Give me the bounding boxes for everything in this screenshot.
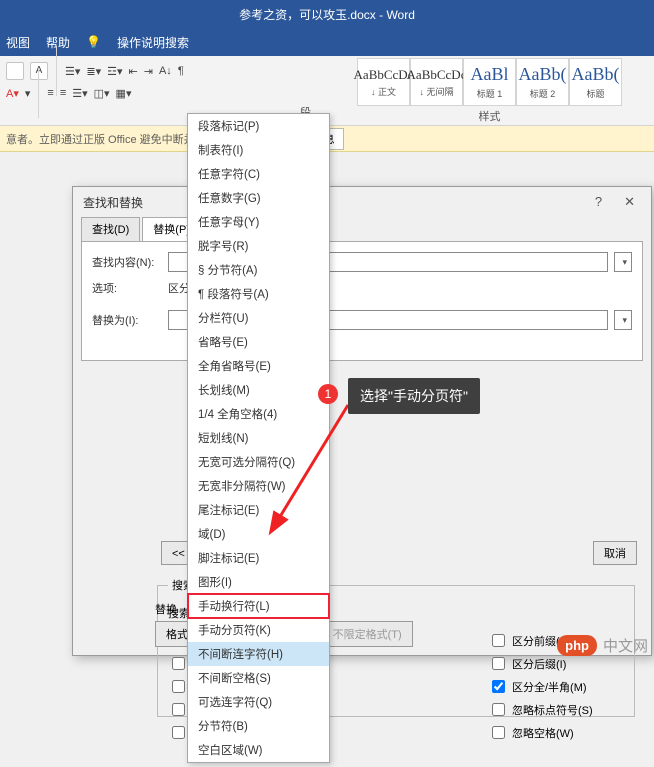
dd-nonbreak-hyphen[interactable]: 不间断连字符(H) <box>188 642 329 666</box>
find-what-label: 查找内容(N): <box>92 254 162 270</box>
borders-icon[interactable]: ▦▾ <box>116 87 132 100</box>
separator <box>56 46 57 96</box>
numbering-icon[interactable]: ≣▾ <box>86 65 101 78</box>
check-fullhalf[interactable] <box>492 680 505 693</box>
font-color-icon[interactable]: A▾ <box>6 87 19 100</box>
dd-nonbreak-space[interactable]: 不间断空格(S) <box>188 666 329 690</box>
menu-view[interactable]: 视图 <box>6 34 30 51</box>
separator <box>38 68 39 118</box>
dialog-titlebar: 查找和替换 ? ✕ <box>73 187 651 217</box>
dd-section-char[interactable]: § 分节符(A) <box>188 258 329 282</box>
check-wildcards[interactable] <box>172 680 185 693</box>
dd-any-digit[interactable]: 任意数字(G) <box>188 186 329 210</box>
bullets-icon[interactable]: ☰▾ <box>65 65 80 78</box>
cancel-button[interactable]: 取消 <box>593 541 637 565</box>
align-left-icon[interactable]: ≡ <box>47 87 53 99</box>
font-box-icon[interactable] <box>6 62 24 80</box>
styles-group-label: 样式 <box>479 108 501 124</box>
annotation-arrow <box>268 400 358 540</box>
indent-right-icon[interactable]: ⇥ <box>144 65 153 78</box>
show-marks-icon[interactable]: ¶ <box>178 65 184 77</box>
check-suffix[interactable] <box>492 657 505 670</box>
check-whole-word[interactable] <box>172 657 185 670</box>
style-nospacing[interactable]: AaBbCcDc↓ 无间隔 <box>410 58 463 106</box>
dd-any-letter[interactable]: 任意字母(Y) <box>188 210 329 234</box>
style-title[interactable]: AaBb(标题 <box>569 58 622 106</box>
style-heading1[interactable]: AaBl标题 1 <box>463 58 516 106</box>
shading-icon[interactable]: ◫▾ <box>94 87 110 100</box>
check-ignore-punct[interactable] <box>492 703 505 716</box>
find-what-dropdown[interactable] <box>614 252 632 272</box>
sort-icon[interactable]: A↓ <box>159 65 172 77</box>
menu-bar: 视图 帮助 💡 操作说明搜索 <box>0 28 654 56</box>
no-format-button[interactable]: 不限定格式(T) <box>322 621 413 647</box>
find-replace-dialog: 查找和替换 ? ✕ 查找(D) 替换(P) 查找内容(N): 选项: 区分 替换… <box>72 186 652 656</box>
dd-manual-page-break[interactable]: 手动分页符(K) <box>188 618 329 642</box>
title-bar: 参考之资，可以攻玉.docx - Word <box>0 0 654 28</box>
help-icon[interactable]: ? <box>589 194 608 210</box>
dd-white-space[interactable]: 空白区域(W) <box>188 738 329 762</box>
lightbulb-icon: 💡 <box>86 35 101 49</box>
multilevel-icon[interactable]: ☲▾ <box>107 65 122 78</box>
options-label: 选项: <box>92 280 162 296</box>
tell-me-search[interactable]: 操作说明搜索 <box>117 34 189 51</box>
style-normal[interactable]: AaBbCcDc↓ 正文 <box>357 58 410 106</box>
dialog-title: 查找和替换 <box>83 194 143 211</box>
dd-tab-char[interactable]: 制表符(I) <box>188 138 329 162</box>
dd-footnote-mark[interactable]: 脚注标记(E) <box>188 546 329 570</box>
dd-graphic[interactable]: 图形(I) <box>188 570 329 594</box>
dd-column-break[interactable]: 分栏符(U) <box>188 306 329 330</box>
style-heading2[interactable]: AaBb(标题 2 <box>516 58 569 106</box>
message-text: 意者。立即通过正版 Office 避免中断并使 <box>6 131 206 147</box>
check-word-forms[interactable] <box>172 726 185 739</box>
annotation-tooltip: 选择"手动分页符" <box>348 378 480 414</box>
check-sounds-like[interactable] <box>172 703 185 716</box>
dd-em-dash[interactable]: 长划线(M) <box>188 378 329 402</box>
check-ignore-space[interactable] <box>492 726 505 739</box>
styles-group: AaBbCcDc↓ 正文 AaBbCcDc↓ 无间隔 AaBl标题 1 AaBb… <box>325 56 654 125</box>
dd-optional-hyphen[interactable]: 可选连字符(Q) <box>188 690 329 714</box>
document-title: 参考之资，可以攻玉.docx - Word <box>239 6 415 23</box>
dd-section-break[interactable]: 分节符(B) <box>188 714 329 738</box>
dd-any-char[interactable]: 任意字符(C) <box>188 162 329 186</box>
watermark: php 中文网 <box>557 635 648 656</box>
annotation-badge: 1 <box>318 384 338 404</box>
highlight-icon[interactable]: ▾ <box>25 87 31 100</box>
dd-ellipsis[interactable]: 省略号(E) <box>188 330 329 354</box>
watermark-text: 中文网 <box>603 635 648 656</box>
dialog-tabs: 查找(D) 替换(P) <box>73 217 651 241</box>
watermark-logo: php <box>557 635 597 656</box>
align-center-icon[interactable]: ≡ <box>60 87 66 99</box>
replace-with-dropdown[interactable] <box>614 310 632 330</box>
tab-panel-replace: 查找内容(N): 选项: 区分 替换为(I): <box>81 241 643 361</box>
replace-with-label: 替换为(I): <box>92 312 162 328</box>
style-gallery[interactable]: AaBbCcDc↓ 正文 AaBbCcDc↓ 无间隔 AaBl标题 1 AaBb… <box>357 58 622 106</box>
dd-para-char[interactable]: ¶ 段落符号(A) <box>188 282 329 306</box>
dd-manual-line-break[interactable]: 手动换行符(L) <box>188 594 329 618</box>
dd-paragraph-mark[interactable]: 段落标记(P) <box>188 114 329 138</box>
dd-caret[interactable]: 脱字号(R) <box>188 234 329 258</box>
close-icon[interactable]: ✕ <box>618 194 641 210</box>
tab-find[interactable]: 查找(D) <box>81 217 140 241</box>
menu-help[interactable]: 帮助 <box>46 34 70 51</box>
indent-left-icon[interactable]: ⇤ <box>129 65 138 78</box>
line-spacing-icon[interactable]: ☰▾ <box>72 87 87 100</box>
dd-full-ellipsis[interactable]: 全角省略号(E) <box>188 354 329 378</box>
